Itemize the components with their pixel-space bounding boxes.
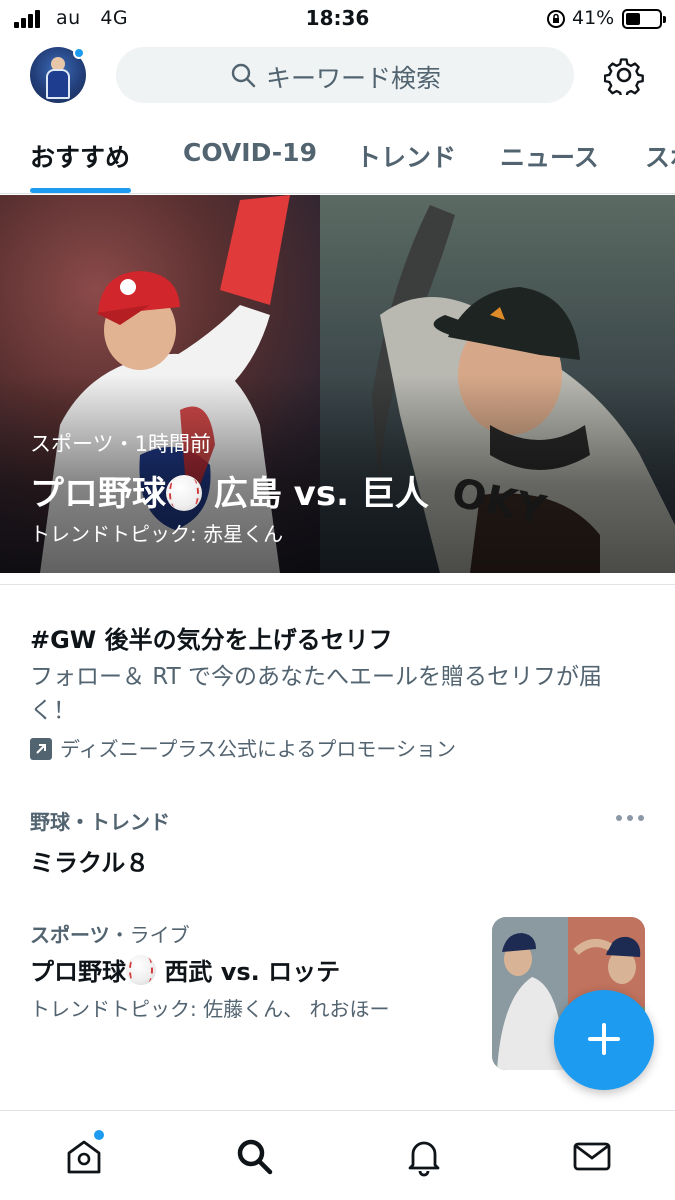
notifications-icon[interactable] bbox=[403, 1135, 445, 1177]
messages-icon[interactable] bbox=[571, 1135, 613, 1177]
hero-topic: トレンドトピック: 赤星くん bbox=[30, 522, 284, 546]
search-input[interactable]: キーワード検索 bbox=[116, 47, 574, 103]
live-event-title[interactable]: プロ野球 西武 vs. ロッテ bbox=[30, 952, 340, 987]
trend-name[interactable]: ミラクル８ bbox=[30, 843, 149, 878]
live-event-meta: スポーツ・ライブ bbox=[30, 923, 190, 947]
bottom-navigation bbox=[0, 1110, 675, 1200]
more-options-icon[interactable] bbox=[615, 812, 645, 824]
battery-percent: 41% bbox=[572, 7, 615, 29]
search-icon[interactable] bbox=[233, 1135, 275, 1177]
compose-button[interactable] bbox=[554, 990, 654, 1090]
battery-icon bbox=[622, 9, 666, 29]
hero-title[interactable]: プロ野球 広島 vs. 巨人 bbox=[30, 466, 429, 515]
home-notification-dot bbox=[94, 1130, 104, 1140]
promoted-by: ディズニープラス公式によるプロモーション bbox=[30, 733, 456, 762]
live-event-topic: トレンドトピック: 佐藤くん、 れおほー bbox=[30, 997, 390, 1021]
gear-icon[interactable] bbox=[604, 55, 644, 95]
search-placeholder: キーワード検索 bbox=[266, 64, 442, 93]
explore-tabs: おすすめ COVID-19 トレンド ニュース スポ bbox=[0, 130, 675, 194]
baseball-icon bbox=[166, 475, 202, 511]
hero-category: スポーツ・1時間前 bbox=[30, 432, 211, 456]
promoted-icon bbox=[30, 738, 52, 760]
baseball-icon bbox=[126, 955, 156, 985]
hero-card[interactable]: OKY bbox=[0, 195, 675, 573]
notification-dot bbox=[73, 47, 85, 59]
home-icon[interactable] bbox=[63, 1135, 105, 1177]
promoted-trend-title[interactable]: #GW 後半の気分を上げるセリフ bbox=[30, 620, 393, 655]
promoted-trend-description: フォロー＆ RT で今のあなたへエールを贈るセリフが届く！ bbox=[30, 664, 602, 724]
status-bar: au 4G 18:36 41% bbox=[0, 0, 675, 38]
rotation-lock-icon bbox=[547, 10, 565, 28]
trend-meta: 野球・トレンド bbox=[30, 810, 170, 834]
divider bbox=[0, 584, 675, 585]
tab-news[interactable]: ニュース bbox=[500, 138, 599, 174]
tab-covid19[interactable]: COVID-19 bbox=[183, 138, 317, 167]
active-tab-indicator bbox=[30, 188, 131, 193]
tab-recommended[interactable]: おすすめ bbox=[30, 138, 130, 174]
tab-trends[interactable]: トレンド bbox=[356, 138, 456, 174]
tab-sports[interactable]: スポ bbox=[645, 138, 675, 174]
search-icon bbox=[231, 63, 256, 88]
